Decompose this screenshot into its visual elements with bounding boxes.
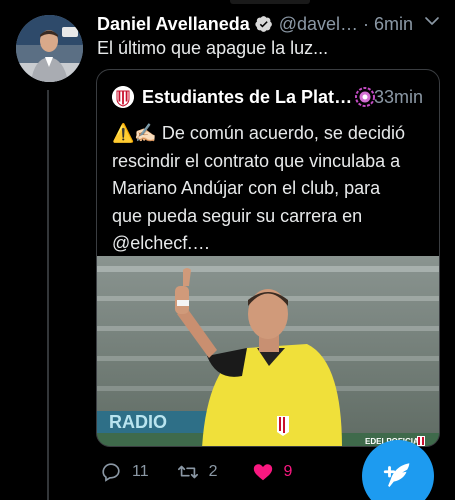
quoted-text-line: que pueda seguir su carrera en (112, 205, 363, 226)
affiliate-badge-icon (355, 87, 375, 107)
quoted-tweet-time: 33min (374, 86, 424, 107)
tweet-actions: 11 2 9 (100, 460, 312, 484)
author-avatar[interactable] (16, 15, 83, 82)
compose-tweet-button[interactable] (362, 440, 434, 500)
quoted-text-line: @elchecf.… (112, 233, 211, 253)
quoted-tweet-photo[interactable]: RADIO EDELPOFICIAL (97, 256, 439, 446)
club-crest-icon (112, 86, 134, 108)
retweet-count: 2 (208, 463, 218, 480)
retweet-icon (177, 465, 198, 479)
chevron-down-icon[interactable] (423, 12, 441, 30)
tweet-header: Daniel Avellaneda @davel… · 6min (97, 12, 442, 36)
reply-button[interactable]: 11 (100, 461, 149, 483)
like-count: 9 (283, 463, 293, 480)
previous-tweet-fragment (230, 0, 310, 4)
author-name[interactable]: Daniel Avellaneda (97, 14, 250, 35)
quoted-text-line: Mariano Andújar con el club, para (112, 178, 381, 198)
quoted-text-line: ⚠️✍🏻 De común acuerdo, se decidió (112, 123, 405, 143)
quoted-tweet-card[interactable]: Estudiantes de La Plata… 33min ⚠️✍🏻 De c… (96, 69, 440, 447)
heart-icon (253, 464, 272, 481)
quoted-tweet-header: Estudiantes de La Plata… 33min (112, 84, 432, 110)
thread-line (47, 90, 49, 500)
quoted-author-name: Estudiantes de La Plata… (142, 86, 354, 107)
author-handle[interactable]: @davel… (279, 14, 358, 35)
quoted-author-avatar (112, 86, 134, 108)
reply-icon (102, 463, 120, 482)
retweet-button[interactable]: 2 (177, 461, 218, 483)
tweet-text: El último que apague la luz... (97, 38, 329, 58)
quoted-text-line: rescindir el contrato que vinculaba a (112, 150, 401, 171)
reply-count: 11 (132, 463, 149, 480)
tweet-time[interactable]: 6min (374, 14, 413, 35)
quoted-tweet-text: ⚠️✍🏻 De común acuerdo, se decidió rescin… (112, 120, 432, 258)
separator-dot: · (363, 13, 370, 34)
like-button[interactable]: 9 (252, 461, 293, 483)
player-photo: RADIO EDELPOFICIAL (97, 256, 439, 446)
avatar-photo (16, 15, 83, 82)
stadium-ad-text: RADIO (109, 412, 167, 432)
verified-badge-icon (255, 16, 272, 32)
compose-tweet-icon (383, 463, 410, 488)
